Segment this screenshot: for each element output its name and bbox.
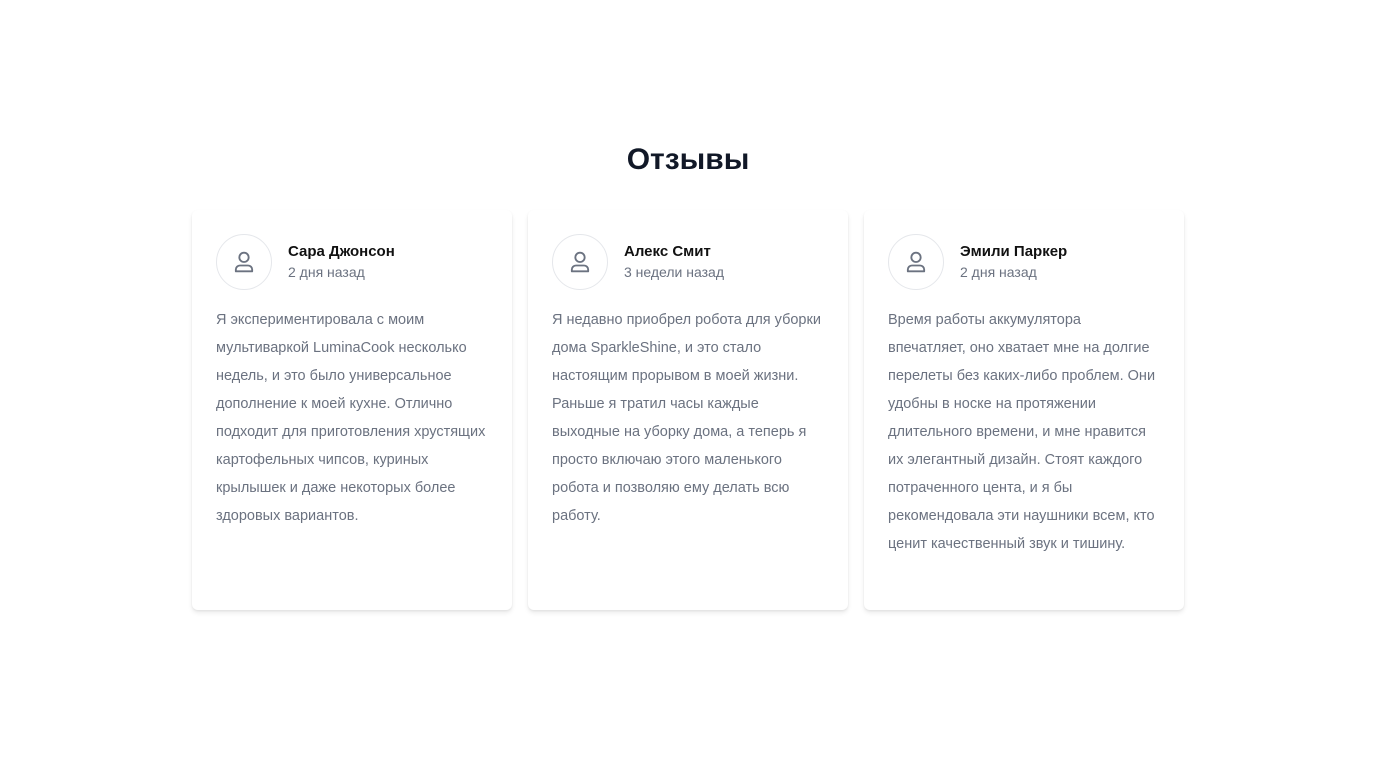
review-card: Эмили Паркер 2 дня назад Время работы ак… [864,210,1184,610]
review-time: 2 дня назад [288,264,365,280]
review-text: Время работы аккумулятора впечатляет, он… [888,312,1156,552]
review-text: Я экспериментировала с моим мультиваркой… [216,312,486,524]
user-icon [570,251,590,273]
review-header: Эмили Паркер 2 дня назад [888,234,1160,290]
section-title: Отзывы [626,143,750,176]
review-time: 2 дня назад [960,264,1037,280]
reviewer-name: Эмили Паркер [960,243,1068,260]
avatar [552,234,608,290]
avatar [888,234,944,290]
reviewer-name: Алекс Смит [624,243,711,260]
user-icon [906,251,926,273]
reviewer-name: Сара Джонсон [288,243,395,260]
review-card: Алекс Смит 3 недели назад Я недавно прио… [528,210,848,610]
reviews-list: Сара Джонсон 2 дня назад Я экспериментир… [192,210,1184,610]
avatar [216,234,272,290]
review-card: Сара Джонсон 2 дня назад Я экспериментир… [192,210,512,610]
review-header: Алекс Смит 3 недели назад [552,234,824,290]
user-icon [234,251,254,273]
review-header: Сара Джонсон 2 дня назад [216,234,488,290]
review-text: Я недавно приобрел робота для уборки дом… [552,312,821,524]
review-time: 3 недели назад [624,264,724,280]
